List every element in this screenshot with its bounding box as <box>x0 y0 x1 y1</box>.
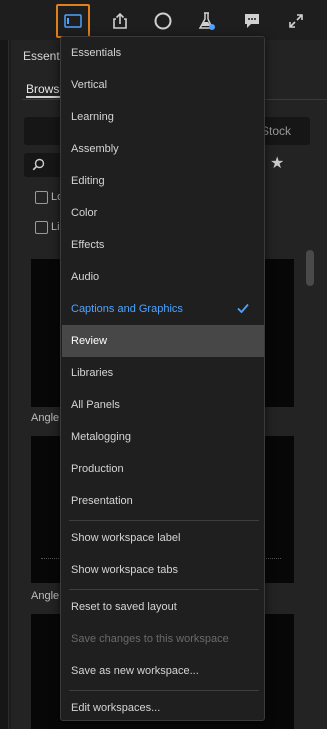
menu-item-all-panels[interactable]: All Panels <box>62 389 264 421</box>
panel-scrollbar[interactable] <box>304 250 316 729</box>
tab-underline <box>26 96 64 98</box>
template-label: Angle <box>31 590 60 602</box>
menu-item-vertical[interactable]: Vertical <box>62 69 264 101</box>
feedback-button[interactable] <box>235 4 269 38</box>
menu-item-captions-and-graphics[interactable]: Captions and Graphics <box>62 293 264 325</box>
feedback-icon <box>242 11 262 31</box>
checkbox-1[interactable] <box>35 191 48 204</box>
checkbox-2[interactable] <box>35 221 48 234</box>
menu-item-show-workspace-label[interactable]: Show workspace label <box>62 522 264 554</box>
panel-title: Essenti <box>23 49 63 63</box>
search-icon <box>32 158 45 171</box>
export-icon <box>111 12 129 30</box>
menu-item-presentation[interactable]: Presentation <box>62 485 264 517</box>
search-input[interactable] <box>24 153 64 177</box>
fullscreen-button[interactable] <box>279 4 313 38</box>
menu-item-essentials[interactable]: Essentials <box>62 37 264 69</box>
menu-item-review[interactable]: Review <box>62 325 264 357</box>
record-button[interactable] <box>146 4 180 38</box>
menu-item-libraries[interactable]: Libraries <box>62 357 264 389</box>
menu-item-color[interactable]: Color <box>62 197 264 229</box>
workspaces-icon <box>64 14 82 28</box>
menu-item-edit-workspaces[interactable]: Edit workspaces... <box>62 692 264 724</box>
menu-item-show-workspace-tabs[interactable]: Show workspace tabs <box>62 554 264 586</box>
checkbox-2-label: Li <box>51 221 60 233</box>
menu-separator <box>69 589 259 590</box>
menu-item-assembly[interactable]: Assembly <box>62 133 264 165</box>
scrollbar-thumb[interactable] <box>306 250 314 286</box>
export-button[interactable] <box>103 4 137 38</box>
menu-item-save-as-new[interactable]: Save as new workspace... <box>62 655 264 687</box>
menu-separator <box>69 520 259 521</box>
stock-label: Stock <box>261 124 292 138</box>
template-label: Angle <box>31 412 60 424</box>
menu-item-save-changes: Save changes to this workspace <box>71 633 229 645</box>
menu-item-metalogging[interactable]: Metalogging <box>62 421 264 453</box>
menu-item-production[interactable]: Production <box>62 453 264 485</box>
left-panel-edge <box>0 40 9 729</box>
menu-separator <box>69 690 259 691</box>
menu-item-audio[interactable]: Audio <box>62 261 264 293</box>
workspaces-menu: Essentials Vertical Learning Assembly Ed… <box>60 36 265 721</box>
top-toolbar <box>0 0 327 40</box>
workspaces-button[interactable] <box>56 4 90 38</box>
beta-button[interactable] <box>190 4 224 38</box>
menu-item-reset-layout[interactable]: Reset to saved layout <box>62 591 264 623</box>
favorites-star-icon[interactable]: ★ <box>270 153 284 173</box>
menu-item-editing[interactable]: Editing <box>62 165 264 197</box>
menu-item-effects[interactable]: Effects <box>62 229 264 261</box>
menu-item-learning[interactable]: Learning <box>62 101 264 133</box>
checkmark-icon <box>237 303 249 314</box>
record-icon <box>153 11 173 31</box>
beta-flask-icon <box>197 11 217 31</box>
fullscreen-icon <box>287 12 305 30</box>
menu-item-label: Captions and Graphics <box>71 303 183 315</box>
